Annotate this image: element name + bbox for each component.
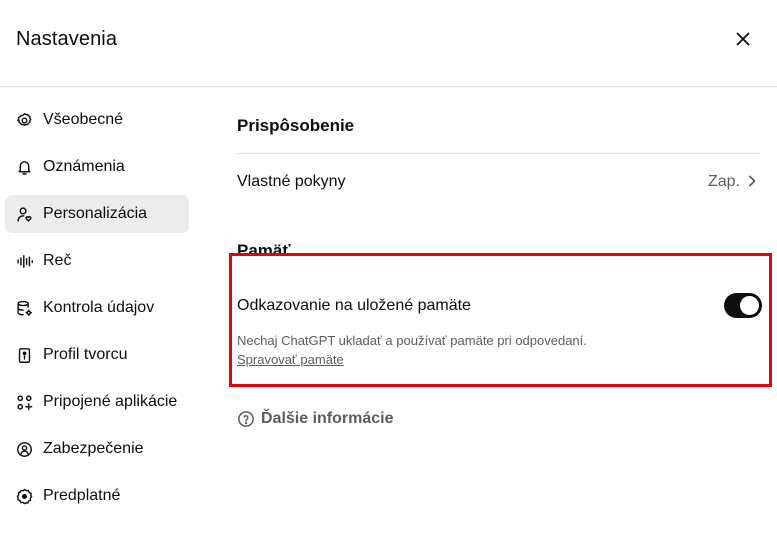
sidebar-item-label: Personalizácia: [43, 205, 148, 222]
sidebar-item-label: Všeobecné: [43, 111, 124, 128]
sidebar-item-label: Kontrola údajov: [43, 299, 155, 316]
sidebar-item-personalization[interactable]: Personalizácia: [5, 195, 189, 233]
sidebar-item-notifications[interactable]: Oznámenia: [5, 148, 189, 186]
database-icon: [16, 300, 33, 317]
sidebar-item-label: Predplatné: [43, 487, 121, 504]
saved-memories-toggle[interactable]: [724, 293, 762, 318]
id-card-icon: [16, 347, 33, 364]
sidebar-item-subscription[interactable]: Predplatné: [5, 477, 189, 515]
learn-more-link[interactable]: Ďalšie informácie: [237, 410, 394, 428]
sidebar-item-speech[interactable]: Reč: [5, 242, 189, 280]
apps-icon: [16, 394, 33, 411]
bell-icon: [16, 159, 33, 176]
settings-sidebar: Všeobecné Oznámenia Personalizácia Reč K…: [5, 101, 189, 524]
manage-memories-link[interactable]: Spravovať pamäte: [237, 352, 344, 367]
sidebar-item-builder-profile[interactable]: Profil tvorcu: [5, 336, 189, 374]
sidebar-item-label: Reč: [43, 252, 72, 269]
sidebar-item-security[interactable]: Zabezpečenie: [5, 430, 189, 468]
learn-more-label: Ďalšie informácie: [261, 410, 394, 427]
custom-instructions-value[interactable]: Zap.: [708, 173, 740, 191]
sidebar-item-label: Pripojené aplikácie: [43, 393, 178, 410]
shield-icon: [16, 441, 33, 458]
close-button[interactable]: [728, 24, 758, 54]
sidebar-item-label: Oznámenia: [43, 158, 125, 175]
chevron-right-icon: [749, 175, 756, 187]
customization-title: Prispôsobenie: [237, 116, 355, 135]
sidebar-item-general[interactable]: Všeobecné: [5, 101, 189, 139]
dialog-header: Nastavenia: [0, 0, 777, 87]
sidebar-item-label: Profil tvorcu: [43, 346, 128, 363]
waveform-icon: [16, 253, 33, 270]
custom-instructions-label: Vlastné pokyny: [237, 173, 346, 190]
sidebar-item-label: Zabezpečenie: [43, 440, 144, 457]
toggle-knob: [740, 296, 759, 315]
badge-icon: [16, 488, 33, 505]
help-circle-icon: [238, 411, 254, 427]
person-heart-icon: [16, 206, 33, 223]
close-icon: [736, 32, 750, 46]
divider: [237, 153, 761, 154]
dialog-title: Nastavenia: [16, 28, 118, 50]
sidebar-item-connected-apps[interactable]: Pripojené aplikácie: [5, 383, 189, 421]
saved-memories-description: Nechaj ChatGPT ukladať a používať pamäte…: [237, 333, 587, 348]
custom-instructions-open-button[interactable]: [746, 174, 758, 193]
sidebar-item-data-controls[interactable]: Kontrola údajov: [5, 289, 189, 327]
gear-icon: [16, 112, 33, 129]
